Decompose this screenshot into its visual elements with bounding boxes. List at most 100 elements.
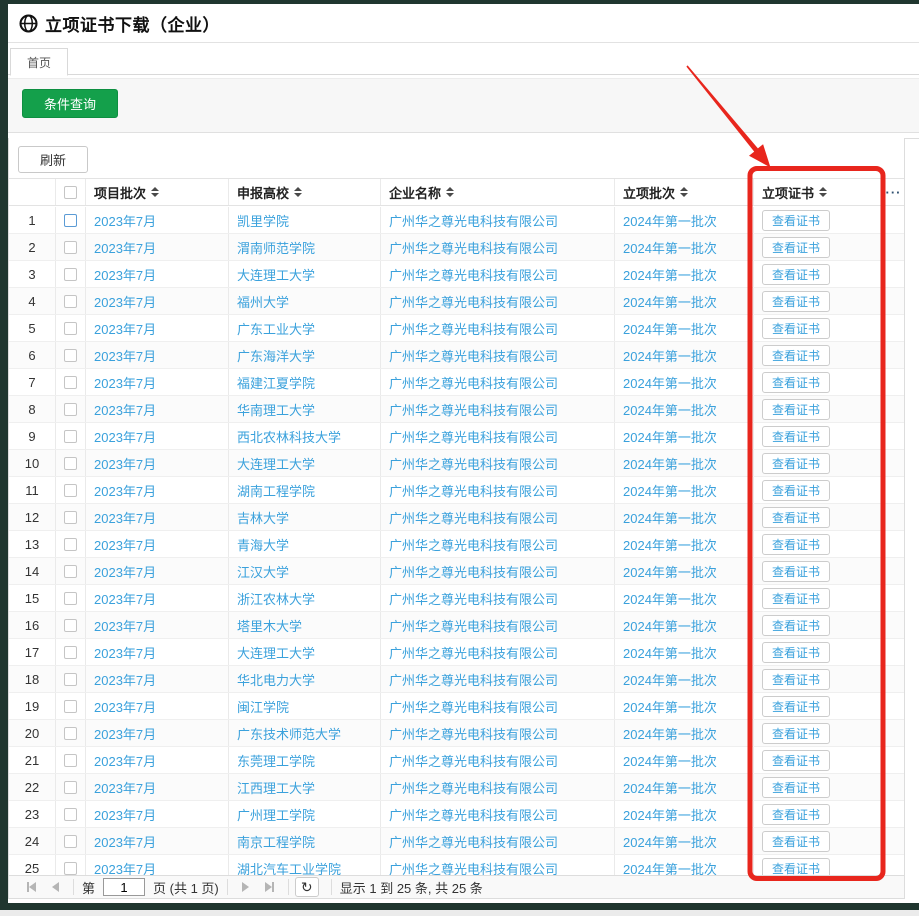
select-all-checkbox[interactable] bbox=[64, 186, 77, 199]
sort-icon[interactable] bbox=[294, 187, 302, 197]
cell-university: 福建江夏学院 bbox=[229, 369, 381, 395]
row-checkbox[interactable] bbox=[64, 349, 77, 362]
cell-company: 广州华之尊光电科技有限公司 bbox=[381, 774, 615, 800]
condition-query-button[interactable]: 条件查询 bbox=[22, 89, 118, 118]
cell-company: 广州华之尊光电科技有限公司 bbox=[381, 828, 615, 854]
row-number: 3 bbox=[9, 261, 56, 287]
row-checkbox[interactable] bbox=[64, 214, 77, 227]
header-university[interactable]: 申报高校 bbox=[229, 179, 381, 205]
row-number: 13 bbox=[9, 531, 56, 557]
header-certificate[interactable]: 立项证书 bbox=[754, 179, 883, 205]
first-page-button[interactable] bbox=[19, 878, 43, 896]
view-certificate-button[interactable]: 查看证书 bbox=[762, 561, 830, 582]
cell-project-batch: 2023年7月 bbox=[86, 234, 229, 260]
row-checkbox-cell bbox=[56, 558, 86, 584]
refresh-button[interactable]: 刷新 bbox=[18, 146, 88, 173]
row-checkbox[interactable] bbox=[64, 457, 77, 470]
view-certificate-button[interactable]: 查看证书 bbox=[762, 453, 830, 474]
row-checkbox[interactable] bbox=[64, 592, 77, 605]
row-checkbox[interactable] bbox=[64, 646, 77, 659]
cell-company: 广州华之尊光电科技有限公司 bbox=[381, 558, 615, 584]
view-certificate-button[interactable]: 查看证书 bbox=[762, 588, 830, 609]
view-certificate-button[interactable]: 查看证书 bbox=[762, 534, 830, 555]
row-checkbox[interactable] bbox=[64, 862, 77, 875]
row-checkbox[interactable] bbox=[64, 295, 77, 308]
last-page-icon bbox=[265, 882, 272, 892]
cell-certificate: 查看证书 bbox=[754, 585, 883, 611]
view-certificate-button[interactable]: 查看证书 bbox=[762, 750, 830, 771]
next-page-button[interactable] bbox=[234, 878, 258, 896]
row-checkbox[interactable] bbox=[64, 673, 77, 686]
last-page-button[interactable] bbox=[258, 878, 282, 896]
sort-icon[interactable] bbox=[819, 187, 827, 197]
cell-approval-batch: 2024年第一批次 bbox=[615, 693, 754, 719]
row-checkbox[interactable] bbox=[64, 268, 77, 281]
row-checkbox[interactable] bbox=[64, 619, 77, 632]
row-checkbox-cell bbox=[56, 450, 86, 476]
cell-ellipsis-spacer bbox=[883, 531, 904, 557]
view-certificate-button[interactable]: 查看证书 bbox=[762, 291, 830, 312]
prev-page-button[interactable] bbox=[43, 878, 67, 896]
row-checkbox[interactable] bbox=[64, 835, 77, 848]
sort-icon[interactable] bbox=[680, 187, 688, 197]
row-checkbox[interactable] bbox=[64, 430, 77, 443]
view-certificate-button[interactable]: 查看证书 bbox=[762, 642, 830, 663]
view-certificate-button[interactable]: 查看证书 bbox=[762, 669, 830, 690]
cell-company: 广州华之尊光电科技有限公司 bbox=[381, 504, 615, 530]
cell-company: 广州华之尊光电科技有限公司 bbox=[381, 693, 615, 719]
view-certificate-button[interactable]: 查看证书 bbox=[762, 804, 830, 825]
row-checkbox[interactable] bbox=[64, 754, 77, 767]
row-checkbox[interactable] bbox=[64, 781, 77, 794]
view-certificate-button[interactable]: 查看证书 bbox=[762, 858, 830, 876]
view-certificate-button[interactable]: 查看证书 bbox=[762, 399, 830, 420]
header-company[interactable]: 企业名称 bbox=[381, 179, 615, 205]
tab-home[interactable]: 首页 bbox=[10, 48, 68, 76]
view-certificate-button[interactable]: 查看证书 bbox=[762, 507, 830, 528]
view-certificate-button[interactable]: 查看证书 bbox=[762, 696, 830, 717]
table-row: 9 2023年7月 西北农林科技大学 广州华之尊光电科技有限公司 2024年第一… bbox=[9, 423, 904, 450]
cell-ellipsis-spacer bbox=[883, 369, 904, 395]
row-checkbox[interactable] bbox=[64, 538, 77, 551]
row-checkbox[interactable] bbox=[64, 565, 77, 578]
cell-ellipsis-spacer bbox=[883, 504, 904, 530]
view-certificate-button[interactable]: 查看证书 bbox=[762, 264, 830, 285]
pager-refresh-button[interactable]: ↻ bbox=[295, 877, 319, 897]
row-checkbox[interactable] bbox=[64, 727, 77, 740]
row-checkbox[interactable] bbox=[64, 700, 77, 713]
row-checkbox-cell bbox=[56, 207, 86, 233]
header-project-batch[interactable]: 项目批次 bbox=[86, 179, 229, 205]
row-checkbox[interactable] bbox=[64, 376, 77, 389]
cell-project-batch: 2023年7月 bbox=[86, 720, 229, 746]
view-certificate-button[interactable]: 查看证书 bbox=[762, 318, 830, 339]
cell-university: 吉林大学 bbox=[229, 504, 381, 530]
row-checkbox[interactable] bbox=[64, 403, 77, 416]
page-number-input[interactable] bbox=[103, 878, 145, 896]
view-certificate-button[interactable]: 查看证书 bbox=[762, 777, 830, 798]
view-certificate-button[interactable]: 查看证书 bbox=[762, 480, 830, 501]
pagination-summary: 显示 1 到 25 条, 共 25 条 bbox=[340, 878, 483, 897]
row-checkbox[interactable] bbox=[64, 808, 77, 821]
view-certificate-button[interactable]: 查看证书 bbox=[762, 372, 830, 393]
sort-icon[interactable] bbox=[151, 187, 159, 197]
view-certificate-button[interactable]: 查看证书 bbox=[762, 237, 830, 258]
view-certificate-button[interactable]: 查看证书 bbox=[762, 615, 830, 636]
cell-certificate: 查看证书 bbox=[754, 261, 883, 287]
pager-divider bbox=[288, 879, 289, 895]
row-checkbox[interactable] bbox=[64, 322, 77, 335]
view-certificate-button[interactable]: 查看证书 bbox=[762, 831, 830, 852]
view-certificate-button[interactable]: 查看证书 bbox=[762, 210, 830, 231]
view-certificate-button[interactable]: 查看证书 bbox=[762, 426, 830, 447]
cell-certificate: 查看证书 bbox=[754, 801, 883, 827]
row-checkbox[interactable] bbox=[64, 241, 77, 254]
row-checkbox[interactable] bbox=[64, 484, 77, 497]
view-certificate-button[interactable]: 查看证书 bbox=[762, 345, 830, 366]
row-checkbox[interactable] bbox=[64, 511, 77, 524]
header-checkbox-cell bbox=[56, 179, 86, 205]
header-approval-batch[interactable]: 立项批次 bbox=[615, 179, 754, 205]
cell-university: 湖北汽车工业学院 bbox=[229, 855, 381, 875]
header-column-chooser[interactable]: ··· bbox=[883, 179, 904, 205]
ellipsis-icon[interactable]: ··· bbox=[886, 185, 902, 200]
cell-ellipsis-spacer bbox=[883, 828, 904, 854]
sort-icon[interactable] bbox=[446, 187, 454, 197]
view-certificate-button[interactable]: 查看证书 bbox=[762, 723, 830, 744]
